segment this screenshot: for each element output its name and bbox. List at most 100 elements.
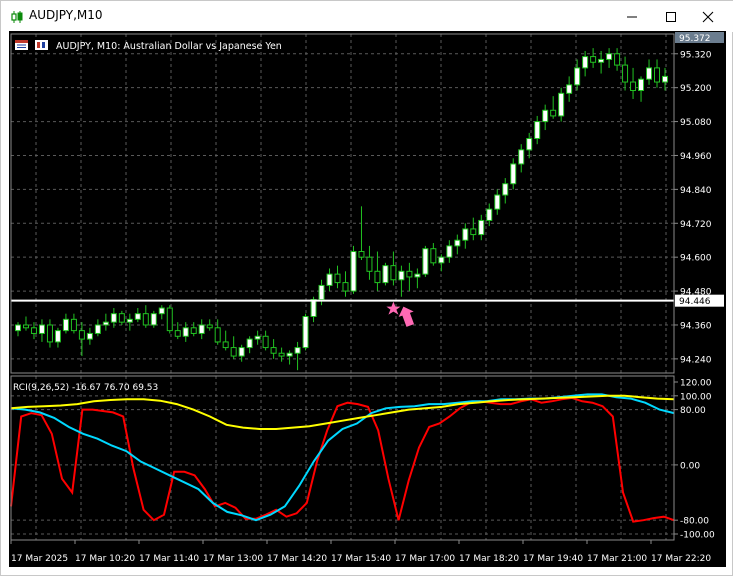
candle-body: [374, 270, 381, 284]
price-tick-label: 94.960: [680, 152, 712, 162]
candle-body: [342, 282, 349, 292]
candle-body: [478, 219, 485, 236]
candle-body: [654, 67, 661, 83]
rci-series-line: [10, 393, 675, 522]
candle-body: [494, 194, 501, 210]
price-tick-label: 94.240: [680, 355, 712, 365]
candle-body: [470, 228, 477, 236]
price-tick-label: 95.320: [680, 50, 712, 60]
candle-body: [126, 318, 133, 323]
candle-body: [438, 256, 445, 264]
candle-body: [198, 324, 205, 334]
time-tick-label: 17 Mar 21:00: [587, 554, 647, 564]
candle-body: [318, 284, 325, 301]
price-tick-label: 95.200: [680, 84, 712, 94]
candle-body: [350, 251, 357, 292]
rci-series-line: [10, 396, 675, 523]
candle-body: [222, 341, 229, 349]
time-tick-label: 17 Mar 2025: [11, 554, 68, 564]
candle-body: [662, 75, 669, 83]
candle-body: [430, 248, 437, 264]
minimize-button[interactable]: [617, 5, 647, 29]
candle-body: [550, 109, 557, 117]
rci-tick-label: -80.00: [680, 517, 709, 527]
candle-body: [22, 324, 29, 329]
candle-body: [510, 163, 517, 185]
price-tick-label: 95.080: [680, 118, 712, 128]
time-tick-label: 17 Mar 17:00: [395, 554, 455, 564]
chart-window: AUDJPY,M10 95.320 95.200 95.080 94.960 94.84…: [0, 0, 733, 576]
candle-body: [462, 228, 469, 241]
time-tick-label: 17 Mar 19:40: [523, 554, 583, 564]
candles-layer: [14, 48, 669, 371]
rci-tick-label: -100.00: [680, 531, 715, 541]
candle-body: [446, 245, 453, 258]
candle-body: [262, 335, 269, 349]
candle-body: [118, 313, 125, 323]
candle-body: [142, 313, 149, 326]
one-click-trading-icon[interactable]: [35, 40, 48, 50]
candle-body: [174, 330, 181, 337]
candle-body: [382, 265, 389, 284]
candle-body: [526, 138, 533, 151]
candle-body: [630, 81, 637, 92]
candle-body: [230, 347, 237, 357]
candle-body: [598, 58, 605, 63]
candle-body: [78, 330, 85, 340]
time-tick-label: 17 Mar 15:40: [331, 554, 391, 564]
rci-tick-label: 100.00: [680, 392, 712, 402]
candle-body: [614, 53, 621, 66]
candle-body: [558, 92, 565, 117]
candle-body: [238, 347, 245, 357]
candle-body: [254, 335, 261, 340]
candle-body: [502, 183, 509, 196]
time-tick-label: 17 Mar 10:20: [75, 554, 135, 564]
candlestick-chart-icon: [10, 9, 24, 28]
candle-body: [94, 324, 101, 334]
chart-area[interactable]: 95.320 95.200 95.080 94.960 94.840 94.720 94.6…: [9, 31, 726, 567]
candle-body: [206, 324, 213, 329]
candle-body: [46, 324, 53, 343]
candle-body: [286, 352, 293, 357]
candle-body: [366, 256, 373, 272]
candle-body: [622, 64, 629, 83]
candle-body: [534, 121, 541, 140]
rci-tick-label: 0.00: [680, 461, 700, 471]
price-tick-label: 94.720: [680, 220, 712, 230]
candle-body: [606, 53, 613, 60]
candle-body: [270, 347, 277, 354]
candle-body: [422, 248, 429, 275]
candle-body: [454, 239, 461, 247]
title-bar[interactable]: AUDJPY,M10: [1, 1, 733, 32]
maximize-button[interactable]: [656, 5, 686, 29]
candle-body: [582, 56, 589, 69]
rci-tick-label: 80.00: [680, 406, 706, 416]
candle-body: [30, 327, 37, 334]
candle-body: [246, 338, 253, 349]
candle-body: [638, 78, 645, 92]
candle-body: [14, 324, 21, 332]
time-tick-label: 17 Mar 13:00: [203, 554, 263, 564]
candle-body: [486, 208, 493, 221]
window-title: AUDJPY,M10: [29, 8, 103, 22]
candle-body: [590, 56, 597, 63]
candle-body: [566, 84, 573, 94]
candle-body: [86, 332, 93, 340]
axes-layer: 95.320 95.200 95.080 94.960 94.840 94.720 94.6…: [10, 32, 724, 564]
maximize-icon: [666, 12, 676, 22]
candle-body: [182, 327, 189, 337]
rci-indicator-layer: [10, 393, 675, 523]
price-tick-label: 94.600: [680, 254, 712, 264]
current-price-label: 95.372: [679, 34, 711, 44]
rci-label: RCI(9,26,52) -16.67 76.70 69.53: [13, 383, 158, 393]
signal-arrow-layer: [386, 301, 415, 327]
chart-header: AUDJPY, M10: Australian Dollar vs Japane…: [15, 40, 282, 52]
hline-price-label: 94.446: [679, 297, 711, 307]
candle-body: [62, 318, 69, 332]
symbol-menu-icon[interactable]: [15, 40, 28, 50]
close-button[interactable]: [693, 5, 723, 29]
candle-body: [574, 67, 581, 86]
price-tick-label: 94.840: [680, 186, 712, 196]
candle-body: [166, 307, 173, 332]
candle-body: [110, 313, 117, 323]
